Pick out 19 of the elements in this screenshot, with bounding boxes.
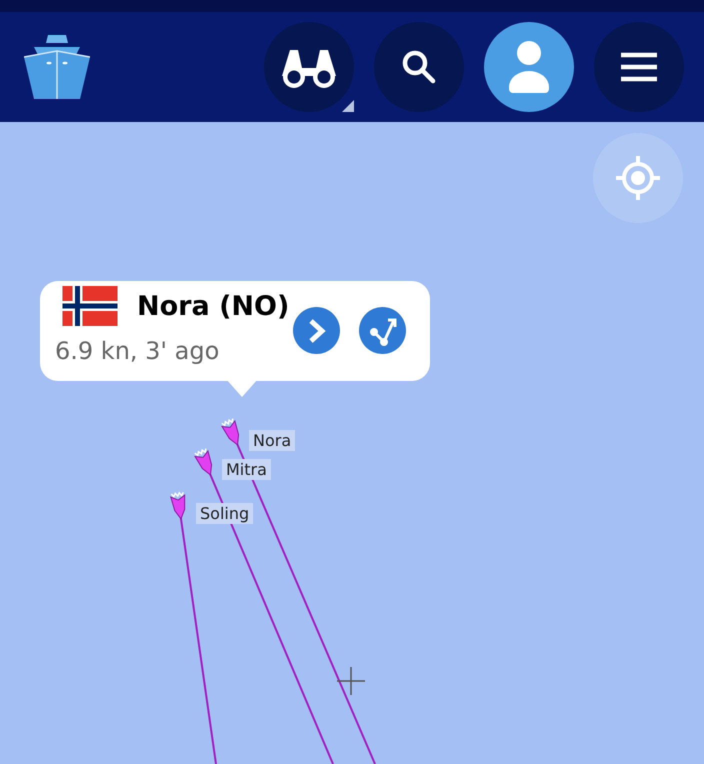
vessel-label: Mitra [222,459,271,480]
locate-icon [616,156,660,200]
chevron-right-icon [308,318,326,342]
search-icon [401,49,437,85]
ship-logo-icon[interactable] [24,35,90,99]
details-button[interactable] [293,307,340,354]
vessel-marker[interactable] [194,448,212,476]
vessel-label: Soling [196,503,254,524]
vessel-name: Nora (NO) [137,293,290,320]
dropdown-corner-icon [342,100,354,112]
vessel-label: Nora [249,430,296,451]
vessel-marker[interactable] [221,418,240,446]
vessel-status: 6.9 kn, 3' ago [55,339,220,363]
crosshair-icon [337,667,365,695]
menu-icon [621,52,657,82]
vessel-marker[interactable] [170,492,186,520]
profile-icon [509,41,549,93]
route-icon [368,316,398,346]
route-button[interactable] [359,307,406,354]
